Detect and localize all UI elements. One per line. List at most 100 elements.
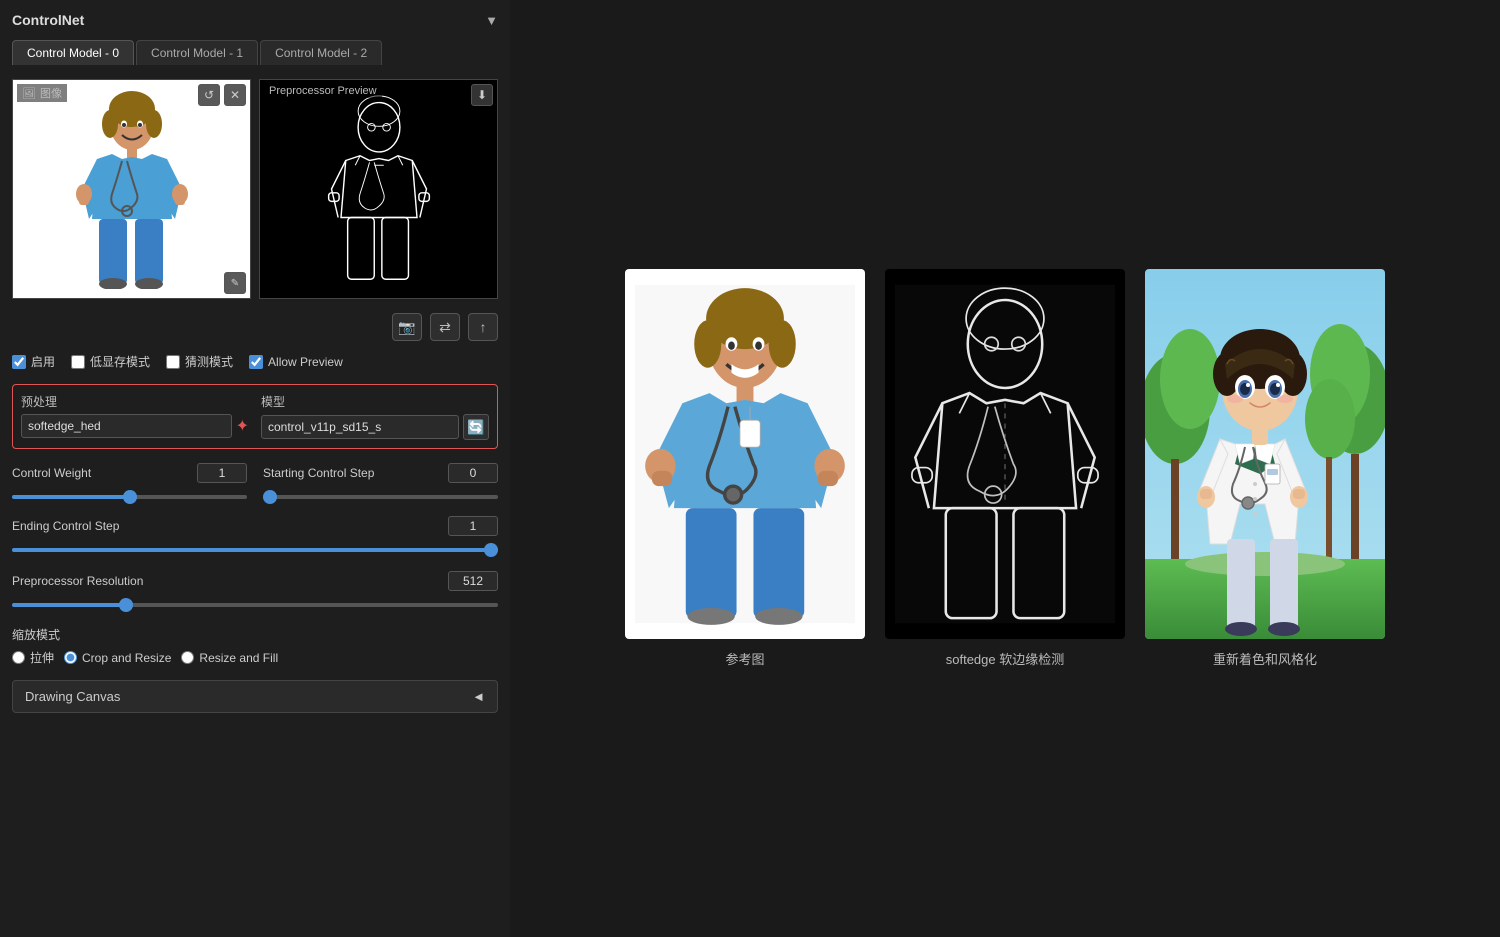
model-label: 模型 <box>261 393 489 410</box>
ending-step-range[interactable] <box>12 548 498 552</box>
panel-title: ControlNet <box>12 12 84 28</box>
preprocessor-select[interactable]: softedge_hed <box>21 414 232 438</box>
checkbox-row: 启用 低显存模式 猜测模式 Allow Preview <box>12 353 498 370</box>
anime-nurse-image <box>1145 269 1385 639</box>
edge-svg-gallery <box>895 274 1115 634</box>
gallery-item-2: 重新着色和风格化 <box>1145 269 1385 668</box>
preprocessor-res-header: Preprocessor Resolution <box>12 571 498 591</box>
low-vram-checkbox[interactable]: 低显存模式 <box>71 353 150 370</box>
allow-preview-checkbox[interactable]: Allow Preview <box>249 355 343 369</box>
drawing-canvas-row[interactable]: Drawing Canvas ◄ <box>12 680 498 713</box>
edge-detection-gallery <box>885 269 1125 639</box>
control-weight-range[interactable] <box>12 495 247 499</box>
image-row: 🖼 图像 ↺ ✕ <box>12 79 498 299</box>
model-select[interactable]: control_v11p_sd15_s <box>261 415 459 439</box>
source-label-text: 图像 <box>40 85 62 101</box>
tab-bar: Control Model - 0 Control Model - 1 Cont… <box>12 40 498 65</box>
tab-control-model-1[interactable]: Control Model - 1 <box>136 40 258 65</box>
model-row: 预处理 softedge_hed ✦ 模型 control_v11p_sd15_… <box>21 393 489 440</box>
model-select-row: control_v11p_sd15_s 🔄 <box>261 414 489 440</box>
model-section: 预处理 softedge_hed ✦ 模型 control_v11p_sd15_… <box>12 384 498 449</box>
gallery-image-2 <box>1145 269 1385 639</box>
image-icon: 🖼 <box>22 87 36 100</box>
scale-crop-resize-label: Crop and Resize <box>82 651 171 665</box>
source-image-controls: ↺ ✕ <box>198 84 246 106</box>
drawing-canvas-label: Drawing Canvas <box>25 689 120 704</box>
gallery-caption-2: 重新着色和风格化 <box>1213 649 1317 668</box>
panel-header: ControlNet ▼ <box>12 12 498 28</box>
gallery-caption-0: 参考图 <box>725 649 764 668</box>
refresh-source-btn[interactable]: ↺ <box>198 84 220 106</box>
edge-svg-preview <box>314 94 444 284</box>
scale-options: 拉伸 Crop and Resize Resize and Fill <box>12 649 498 666</box>
source-image-box: 🖼 图像 ↺ ✕ <box>12 79 251 299</box>
guess-mode-checkbox[interactable]: 猜测模式 <box>166 353 233 370</box>
preprocessor-res-slider-row: Preprocessor Resolution <box>12 571 498 610</box>
left-panel: ControlNet ▼ Control Model - 0 Control M… <box>0 0 510 937</box>
gallery-item-0: 参考图 <box>625 269 865 668</box>
source-image-label: 🖼 图像 <box>17 84 67 102</box>
starting-step-range[interactable] <box>263 495 498 499</box>
guess-mode-label: 猜测模式 <box>185 353 233 370</box>
low-vram-label: 低显存模式 <box>90 353 150 370</box>
starting-step-value[interactable] <box>448 463 498 483</box>
download-preview-btn[interactable]: ⬇ <box>471 84 493 106</box>
model-col: 模型 control_v11p_sd15_s 🔄 <box>261 393 489 440</box>
nurse-reference-photo <box>625 269 865 639</box>
edge-detection-preview[interactable] <box>260 80 497 298</box>
enable-input[interactable] <box>12 355 26 369</box>
enable-checkbox[interactable]: 启用 <box>12 353 55 370</box>
low-vram-input[interactable] <box>71 355 85 369</box>
gallery-caption-1: softedge 软边缘检测 <box>946 649 1065 668</box>
scale-resize-fill-radio[interactable] <box>181 651 194 664</box>
gallery-image-1 <box>885 269 1125 639</box>
scale-stretch-radio[interactable] <box>12 651 25 664</box>
preprocessor-res-value[interactable] <box>448 571 498 591</box>
upload-tool-btn[interactable]: ↑ <box>468 313 498 341</box>
gallery-row: 参考图 <box>625 269 1385 668</box>
model-refresh-btn[interactable]: 🔄 <box>463 414 489 440</box>
preview-label-text: Preprocessor Preview <box>269 85 377 97</box>
guess-mode-input[interactable] <box>166 355 180 369</box>
slider-dual-row: Control Weight Starting Control Step <box>12 463 498 502</box>
scale-crop-resize-radio[interactable] <box>64 651 77 664</box>
nurse-svg-gallery <box>635 274 855 634</box>
close-source-btn[interactable]: ✕ <box>224 84 246 106</box>
nurse-svg-source <box>67 89 197 289</box>
ending-step-slider-row: Ending Control Step <box>12 516 498 555</box>
scale-resize-fill-label: Resize and Fill <box>199 651 278 665</box>
anime-svg-gallery <box>1145 269 1385 639</box>
preview-image-label: Preprocessor Preview <box>264 84 382 98</box>
allow-preview-label: Allow Preview <box>268 355 343 369</box>
swap-tool-btn[interactable]: ⇄ <box>430 313 460 341</box>
control-weight-slider-item: Control Weight <box>12 463 247 502</box>
preprocessor-label: 预处理 <box>21 393 249 410</box>
drawing-canvas-icon: ◄ <box>472 689 485 704</box>
star-btn[interactable]: ✦ <box>236 416 249 436</box>
tool-row: 📷 ⇄ ↑ <box>12 313 498 341</box>
ending-step-label: Ending Control Step <box>12 519 119 533</box>
nurse-photo-source[interactable] <box>13 80 250 298</box>
collapse-icon[interactable]: ▼ <box>485 13 498 28</box>
gallery-image-0 <box>625 269 865 639</box>
preprocessor-select-row: softedge_hed ✦ <box>21 414 249 438</box>
scale-crop-resize[interactable]: Crop and Resize <box>64 649 171 666</box>
preprocessor-res-range[interactable] <box>12 603 498 607</box>
control-weight-header: Control Weight <box>12 463 247 483</box>
tab-control-model-2[interactable]: Control Model - 2 <box>260 40 382 65</box>
scale-stretch[interactable]: 拉伸 <box>12 649 54 666</box>
camera-tool-btn[interactable]: 📷 <box>392 313 422 341</box>
control-weight-value[interactable] <box>197 463 247 483</box>
starting-step-slider-item: Starting Control Step <box>263 463 498 502</box>
scale-resize-fill[interactable]: Resize and Fill <box>181 649 278 666</box>
right-panel: 参考图 <box>510 0 1500 937</box>
starting-step-header: Starting Control Step <box>263 463 498 483</box>
edit-icon-source[interactable]: ✎ <box>224 272 246 294</box>
ending-step-header: Ending Control Step <box>12 516 498 536</box>
allow-preview-input[interactable] <box>249 355 263 369</box>
gallery-item-1: softedge 软边缘检测 <box>885 269 1125 668</box>
ending-step-value[interactable] <box>448 516 498 536</box>
preview-image-controls: ⬇ <box>471 84 493 106</box>
scale-stretch-label: 拉伸 <box>30 649 54 666</box>
tab-control-model-0[interactable]: Control Model - 0 <box>12 40 134 65</box>
